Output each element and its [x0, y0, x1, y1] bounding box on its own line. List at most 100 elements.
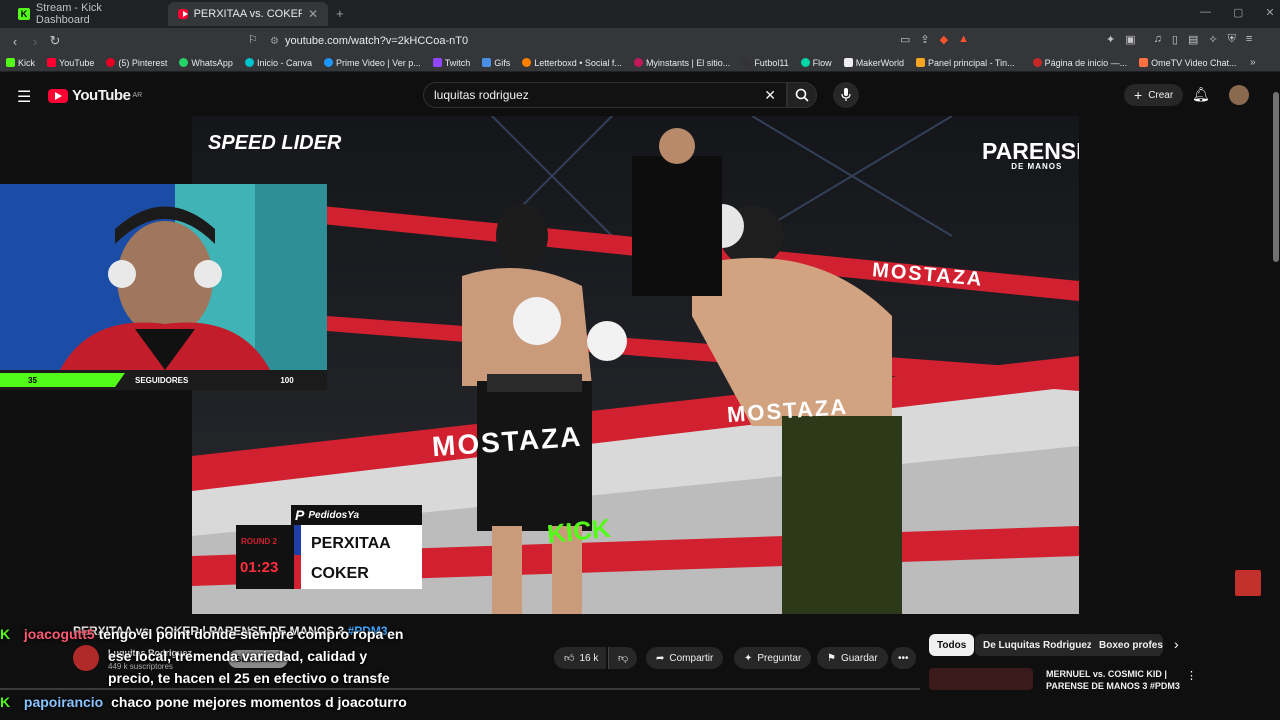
youtube-logo[interactable]: YouTube AR: [48, 87, 142, 104]
kick-favicon-icon: K: [18, 8, 30, 20]
bookmark-youtube[interactable]: YouTube: [47, 58, 94, 68]
bookmark-icon: ⚑: [827, 652, 836, 664]
save-button[interactable]: ⚑ Guardar: [817, 647, 888, 669]
chip-from-channel[interactable]: De Luquitas Rodriguez: [975, 634, 1100, 656]
youtube-favicon-icon: [178, 9, 188, 19]
chip-boxeo[interactable]: Boxeo profesio: [1091, 634, 1163, 656]
myinstants-icon: [633, 58, 643, 67]
prime-video-icon: [323, 58, 333, 67]
follower-goal-bar: 35 SEGUIDORES 100: [0, 370, 327, 390]
clear-search-icon[interactable]: ✕: [764, 87, 776, 104]
screen-icon[interactable]: ▭: [900, 33, 910, 46]
bookmark-myinstants[interactable]: Myinstants | El sitio...: [633, 58, 730, 68]
more-horizontal-icon: •••: [898, 652, 909, 664]
microphone-icon: [841, 88, 851, 101]
bookmark-prime-video[interactable]: Prime Video | Ver p...: [323, 58, 421, 68]
create-button[interactable]: + Crear: [1124, 84, 1184, 106]
futbol11-icon: [742, 58, 752, 67]
bookmark-home[interactable]: Página de inicio —...: [1032, 58, 1127, 68]
avatar[interactable]: [1229, 85, 1249, 105]
channel-avatar[interactable]: [73, 645, 99, 671]
makerworld-icon: [843, 58, 853, 67]
thumbs-up-icon: 👍︎: [564, 653, 575, 664]
hamburger-menu-icon[interactable]: ☰: [17, 87, 31, 107]
bookmark-twitch[interactable]: Twitch: [432, 58, 470, 68]
chat-message-continued: ese local, tremenda variedad, calidad y: [108, 648, 368, 664]
recommended-title[interactable]: MERNUEL vs. COSMIC KID | PARENSE DE MANO…: [1046, 668, 1180, 692]
recommended-menu-icon[interactable]: ⋮: [1186, 669, 1197, 682]
bookmark-whatsapp[interactable]: WhatsApp: [179, 58, 233, 68]
leo-icon[interactable]: ✧: [1208, 33, 1217, 46]
like-button[interactable]: 👍︎ 16 k: [554, 647, 607, 669]
address-bar[interactable]: ⚙ youtube.com/watch?v=2kHCCoa-nT0: [270, 31, 990, 51]
bookmark-makerworld[interactable]: MakerWorld: [843, 58, 904, 68]
chat-message: K joacogutt5 tengo el point donde siempr…: [0, 626, 404, 642]
back-icon[interactable]: ‹: [5, 34, 25, 49]
notifications-bell-icon[interactable]: 🔔︎: [1192, 86, 1210, 103]
goal-progress-fill: 35: [0, 373, 125, 387]
bookmark-gifs[interactable]: Gifs: [482, 58, 510, 68]
fighter-2-name: COKER: [311, 565, 369, 582]
sidebar-icon[interactable]: ▯: [1172, 33, 1178, 46]
bookmarks-bar: Kick YouTube (5) Pinterest WhatsApp Inic…: [0, 54, 1280, 72]
streamer-webcam: [0, 184, 327, 370]
tinder-panel-icon: [916, 58, 926, 67]
page-scrollbar[interactable]: [1272, 72, 1280, 720]
thumbs-down-icon: 👎︎: [618, 653, 629, 664]
clock-panel: ROUND 2 01:23: [236, 525, 294, 589]
share-arrow-icon: ➦: [656, 652, 665, 664]
tab-search-icon[interactable]: ▣: [1125, 33, 1135, 46]
gifs-icon: [482, 58, 492, 67]
voice-search-button[interactable]: [833, 82, 859, 108]
close-tab-icon[interactable]: ✕: [308, 7, 318, 21]
kick-badge-icon: K: [0, 694, 11, 710]
round-label: ROUND 2: [241, 537, 278, 546]
vpn-icon[interactable]: ⛨: [1228, 33, 1236, 46]
bookmark-futbol11[interactable]: Futbol11: [742, 58, 789, 68]
scrollbar-thumb[interactable]: [1273, 92, 1279, 262]
brave-shield-icon[interactable]: ◆: [940, 33, 948, 46]
home-page-icon: [1032, 58, 1042, 67]
bookmark-star-icon[interactable]: ⚐: [248, 33, 258, 46]
search-button[interactable]: [787, 82, 817, 108]
close-window-icon[interactable]: ✕: [1265, 6, 1274, 19]
brave-rewards-icon[interactable]: ▲: [958, 33, 969, 46]
names-panel: PERXITAA COKER: [301, 525, 422, 589]
whatsapp-icon: [179, 58, 189, 67]
kick-icon: [6, 58, 15, 67]
bookmark-flow[interactable]: Flow: [800, 58, 832, 68]
share-button[interactable]: ➦ Compartir: [646, 647, 724, 669]
wallet-icon[interactable]: ▤: [1188, 33, 1198, 46]
new-tab-icon[interactable]: +: [336, 6, 344, 21]
search-input[interactable]: luquitas rodriguez ✕: [423, 82, 787, 108]
menu-icon[interactable]: ≡: [1246, 33, 1252, 46]
tab-kick-dashboard[interactable]: K Stream - Kick Dashboard: [8, 2, 168, 26]
bookmark-letterboxd[interactable]: Letterboxd • Social f...: [522, 58, 622, 68]
recommended-thumbnail[interactable]: [929, 668, 1033, 690]
bookmark-ometv[interactable]: OmeTV Video Chat...: [1139, 58, 1237, 68]
dislike-button[interactable]: 👎︎: [608, 647, 638, 669]
bookmark-canva[interactable]: Inicio - Canva: [244, 58, 312, 68]
maximize-icon[interactable]: ▢: [1233, 6, 1243, 19]
minimize-icon[interactable]: —: [1200, 6, 1211, 19]
more-actions-button[interactable]: •••: [891, 647, 916, 669]
forward-icon[interactable]: ›: [25, 34, 45, 49]
more-bookmarks-icon[interactable]: »: [1250, 57, 1256, 68]
share-icon[interactable]: ⇪: [920, 33, 929, 46]
ask-button[interactable]: ✦ Preguntar: [734, 647, 812, 669]
fighter-1-name: PERXITAA: [311, 535, 391, 552]
media-icon[interactable]: ♫: [1154, 33, 1162, 46]
bookmark-kick[interactable]: Kick: [6, 58, 35, 68]
reload-icon[interactable]: ↻: [45, 33, 65, 49]
floating-avatar[interactable]: [1235, 570, 1261, 596]
chip-all[interactable]: Todos: [929, 634, 975, 656]
chips-next-icon[interactable]: ›: [1174, 636, 1179, 652]
site-info-icon[interactable]: ⚙: [270, 36, 279, 47]
letterboxd-icon: [522, 58, 532, 67]
bookmark-pinterest[interactable]: (5) Pinterest: [106, 58, 167, 68]
tab-title: PERXITAA vs. COKER | PAREN: [193, 8, 302, 20]
chat-message: K papoirancio chaco pone mejores momento…: [0, 694, 407, 710]
bookmark-tinder[interactable]: Panel principal - Tin...: [916, 58, 1015, 68]
tab-youtube-video[interactable]: PERXITAA vs. COKER | PAREN ✕: [168, 2, 328, 26]
extensions-icon[interactable]: ✦: [1106, 33, 1115, 46]
